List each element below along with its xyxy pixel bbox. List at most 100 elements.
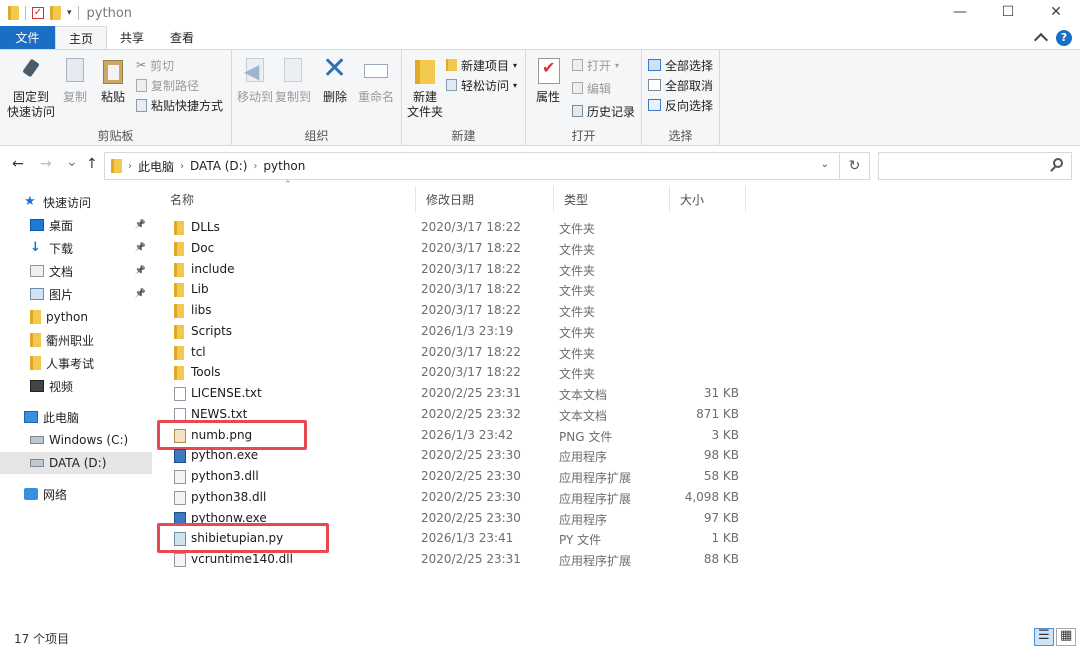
maximize-button[interactable]: ☐ (984, 0, 1032, 26)
sidebar-item[interactable]: 图片 📌 (0, 283, 152, 305)
help-icon[interactable]: ? (1056, 30, 1072, 46)
file-row[interactable]: vcruntime140.dll 2020/2/25 23:31 应用程序扩展 88 … (160, 549, 760, 570)
new-item-button[interactable]: 新建项目 ▾ (446, 56, 517, 74)
properties-quick-icon[interactable]: ✓ (32, 7, 44, 19)
details-view-button[interactable] (1034, 628, 1054, 646)
sidebar-item[interactable]: Windows (C:) (0, 429, 152, 451)
address-bar[interactable]: › 此电脑 › DATA (D:) › python ⌄ (104, 152, 840, 180)
collapse-ribbon-chevron-icon[interactable] (1033, 32, 1049, 48)
sidebar-item[interactable]: 网络 (0, 483, 152, 505)
properties-icon (533, 56, 563, 86)
refresh-button[interactable]: ↻ (840, 152, 870, 180)
open-group: 属性 打开 ▾ 编辑 历史记录 打开 (526, 50, 642, 146)
column-header-date[interactable]: 修改日期 (416, 186, 554, 212)
sidebar-item[interactable]: 视频 (0, 375, 152, 397)
sidebar-item[interactable]: 文档 📌 (0, 260, 152, 282)
copy-to-button[interactable]: 复制到 (274, 56, 312, 105)
open-button[interactable]: 打开 ▾ (572, 56, 619, 74)
edit-button[interactable]: 编辑 (572, 79, 611, 97)
file-date: 2020/3/17 18:22 (421, 240, 521, 255)
tab-file[interactable]: 文件 (0, 26, 55, 49)
column-header-name[interactable]: 名称 ⌃ (160, 180, 416, 212)
customize-toolbar-chevron-icon[interactable]: ▾ (67, 8, 72, 18)
new-folder-button[interactable]: 新建 文件夹 (406, 56, 444, 120)
folder-icon (174, 241, 184, 256)
history-button[interactable]: 历史记录 (572, 102, 635, 120)
pin-icon[interactable]: 📌 (135, 289, 146, 299)
select-none-button[interactable]: 全部取消 (648, 76, 713, 94)
file-row[interactable]: python3.dll 2020/2/25 23:30 应用程序扩展 58 KB (160, 466, 760, 487)
file-row[interactable]: python.exe 2020/2/25 23:30 应用程序 98 KB (160, 445, 760, 466)
breadcrumb-separator-icon[interactable]: › (128, 161, 132, 172)
tab-share[interactable]: 共享 (107, 26, 157, 49)
sidebar-item[interactable]: 此电脑 (0, 406, 152, 428)
sidebar-item[interactable]: 人事考试 (0, 352, 152, 374)
file-row[interactable]: DLLs 2020/3/17 18:22 文件夹 (160, 217, 760, 238)
file-type: 应用程序扩展 (559, 491, 632, 506)
tab-home[interactable]: 主页 (55, 26, 108, 49)
recent-locations-chevron-icon[interactable]: ⌄ (66, 154, 78, 170)
file-row[interactable]: LICENSE.txt 2020/2/25 23:31 文本文档 31 KB (160, 383, 760, 404)
move-to-button[interactable]: ◀ 移动到 (236, 56, 274, 105)
sidebar-item[interactable]: 衢州职业 (0, 329, 152, 351)
file-row[interactable]: libs 2020/3/17 18:22 文件夹 (160, 300, 760, 321)
open-icon (572, 59, 583, 71)
file-row[interactable]: Doc 2020/3/17 18:22 文件夹 (160, 238, 760, 259)
breadcrumb-separator-icon[interactable]: › (180, 161, 184, 172)
up-arrow-icon[interactable]: ↑ (86, 156, 98, 172)
sidebar-item[interactable]: python (0, 306, 152, 328)
column-header-size[interactable]: 大小 (670, 186, 746, 212)
address-history-chevron-icon[interactable]: ⌄ (821, 159, 829, 170)
select-all-button[interactable]: 全部选择 (648, 56, 713, 74)
easy-access-button[interactable]: 轻松访问 ▾ (446, 76, 517, 94)
pin-icon[interactable]: 📌 (135, 220, 146, 230)
file-date: 2020/3/17 18:22 (421, 303, 521, 317)
sidebar-item[interactable]: DATA (D:) (0, 452, 152, 474)
breadcrumb-data-drive[interactable]: DATA (D:) (190, 159, 247, 173)
forward-arrow-icon[interactable]: → (40, 156, 52, 172)
new-folder-quick-icon[interactable] (50, 6, 61, 20)
large-icons-view-button[interactable] (1056, 628, 1076, 646)
file-row[interactable]: include 2020/3/17 18:22 文件夹 (160, 259, 760, 280)
back-arrow-icon[interactable]: ← (12, 156, 24, 172)
file-row[interactable]: tcl 2020/3/17 18:22 文件夹 (160, 342, 760, 363)
properties-button[interactable]: 属性 (532, 56, 564, 105)
breadcrumb-python[interactable]: python (263, 159, 305, 173)
pin-icon[interactable]: 📌 (135, 266, 146, 276)
cut-button[interactable]: ✂ 剪切 (136, 56, 174, 74)
file-row[interactable]: Scripts 2026/1/3 23:19 文件夹 (160, 321, 760, 342)
file-size: 97 KB (703, 510, 739, 525)
refresh-icon: ↻ (848, 158, 861, 174)
minimize-button[interactable]: — (936, 0, 984, 26)
tab-view[interactable]: 查看 (157, 26, 207, 49)
file-name: Lib (191, 282, 209, 297)
file-size: 3 KB (711, 427, 739, 442)
paste-shortcut-button[interactable]: 粘贴快捷方式 (136, 96, 223, 114)
file-row[interactable]: Lib 2020/3/17 18:22 文件夹 (160, 279, 760, 300)
copy-path-button[interactable]: 复制路径 (136, 76, 199, 94)
rename-button[interactable]: 重命名 (356, 56, 396, 105)
drive-icon (30, 459, 44, 467)
copy-button[interactable]: 复制 (58, 56, 92, 105)
search-input[interactable] (879, 153, 1039, 179)
delete-button[interactable]: ✕ 删除 (318, 54, 352, 105)
new-folder-label: 新建 文件夹 (406, 90, 443, 119)
sidebar-item[interactable]: 桌面 📌 (0, 214, 152, 236)
paste-button[interactable]: 粘贴 (96, 56, 130, 105)
file-name: python.exe (191, 448, 259, 463)
breadcrumb-separator-icon[interactable]: › (253, 161, 257, 172)
file-type: PY 文件 (559, 533, 602, 548)
close-button[interactable]: ✕ (1032, 0, 1080, 26)
invert-selection-button[interactable]: 反向选择 (648, 96, 713, 114)
column-header-type[interactable]: 类型 (554, 186, 670, 212)
pin-to-quick-access-button[interactable]: 固定到 快速访问 (6, 56, 56, 120)
file-row[interactable]: python38.dll 2020/2/25 23:30 应用程序扩展 4,098 K… (160, 487, 760, 508)
pin-icon[interactable]: 📌 (135, 243, 146, 253)
sidebar-item[interactable]: ★ 快速访问 (0, 191, 152, 213)
sidebar-item[interactable]: ↓ 下载 📌 (0, 237, 152, 259)
breadcrumb-this-pc[interactable]: 此电脑 (138, 158, 174, 175)
file-date: 2020/2/25 23:31 (421, 552, 521, 566)
search-box[interactable] (878, 152, 1072, 180)
file-row[interactable]: Tools 2020/3/17 18:22 文件夹 (160, 362, 760, 383)
file-name: LICENSE.txt (191, 386, 262, 400)
